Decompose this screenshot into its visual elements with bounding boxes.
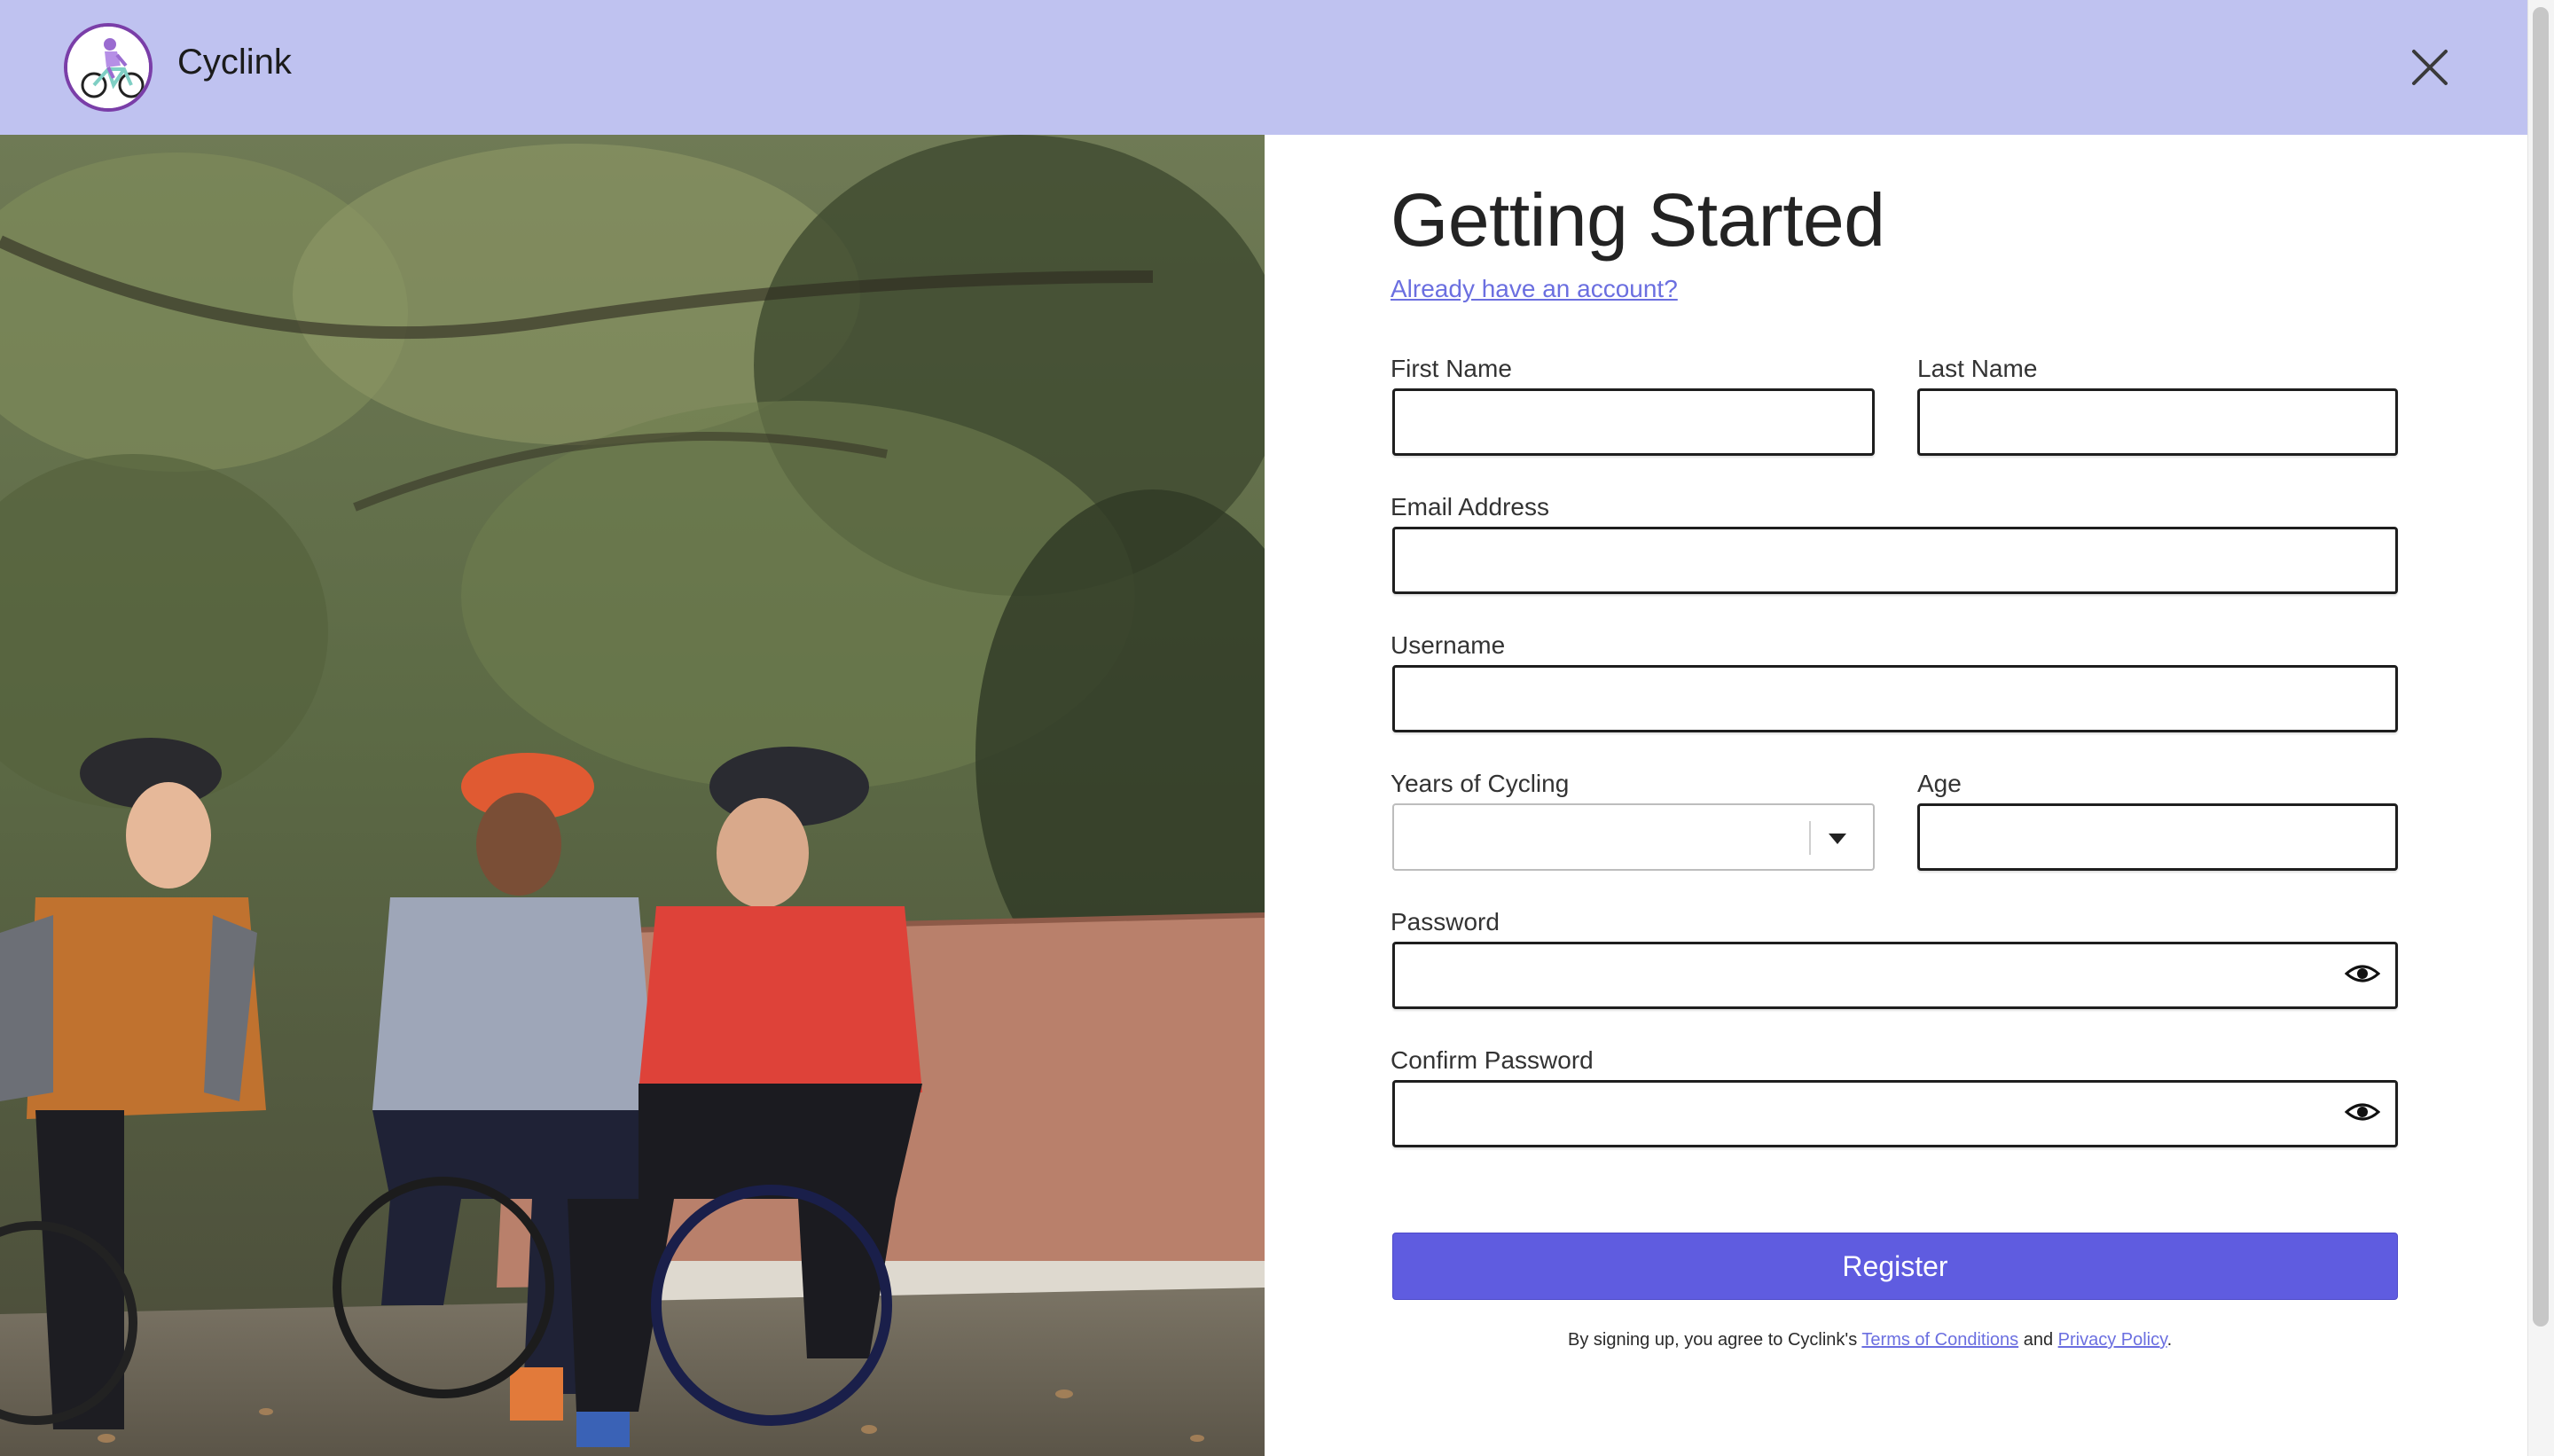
app-name: Cyclink <box>177 43 292 82</box>
first-name-input[interactable] <box>1392 388 1875 456</box>
age-input[interactable] <box>1917 803 2398 871</box>
confirm-password-label: Confirm Password <box>1391 1046 1594 1074</box>
app-header: Cyclink <box>0 0 2527 135</box>
terms-notice: By signing up, you agree to Cyclink's Te… <box>1568 1330 2172 1350</box>
select-divider <box>1809 821 1811 855</box>
last-name-label: Last Name <box>1917 355 2038 382</box>
username-input[interactable] <box>1392 665 2398 732</box>
confirm-password-input[interactable] <box>1392 1080 2398 1147</box>
scrollbar-thumb[interactable] <box>2533 7 2549 1327</box>
terms-middle: and <box>2018 1330 2058 1350</box>
age-label: Age <box>1917 770 1962 797</box>
email-input[interactable] <box>1392 527 2398 594</box>
show-password-eye-icon[interactable] <box>2345 961 2380 986</box>
terms-prefix: By signing up, you agree to Cyclink's <box>1568 1330 1862 1350</box>
close-button[interactable] <box>2405 43 2455 92</box>
years-cycling-label: Years of Cycling <box>1391 770 1570 797</box>
show-confirm-password-eye-icon[interactable] <box>2345 1100 2380 1124</box>
close-icon[interactable] <box>2405 43 2455 92</box>
username-label: Username <box>1391 631 1506 659</box>
first-name-label: First Name <box>1391 355 1512 382</box>
chevron-down-icon[interactable] <box>1829 834 1846 844</box>
password-input[interactable] <box>1392 942 2398 1009</box>
page-title: Getting Started <box>1391 178 1885 262</box>
privacy-policy-link[interactable]: Privacy Policy <box>2058 1330 2167 1350</box>
cyclist-logo-icon <box>64 23 153 112</box>
terms-suffix: . <box>2166 1330 2173 1350</box>
terms-of-conditions-link[interactable]: Terms of Conditions <box>1861 1330 2018 1350</box>
signin-link[interactable]: Already have an account? <box>1391 275 1678 303</box>
hero-photo <box>0 135 1265 1456</box>
email-label: Email Address <box>1391 493 1549 521</box>
years-cycling-select[interactable] <box>1392 803 1875 871</box>
register-button[interactable]: Register <box>1392 1233 2398 1300</box>
password-label: Password <box>1391 908 1500 935</box>
last-name-input[interactable] <box>1917 388 2398 456</box>
